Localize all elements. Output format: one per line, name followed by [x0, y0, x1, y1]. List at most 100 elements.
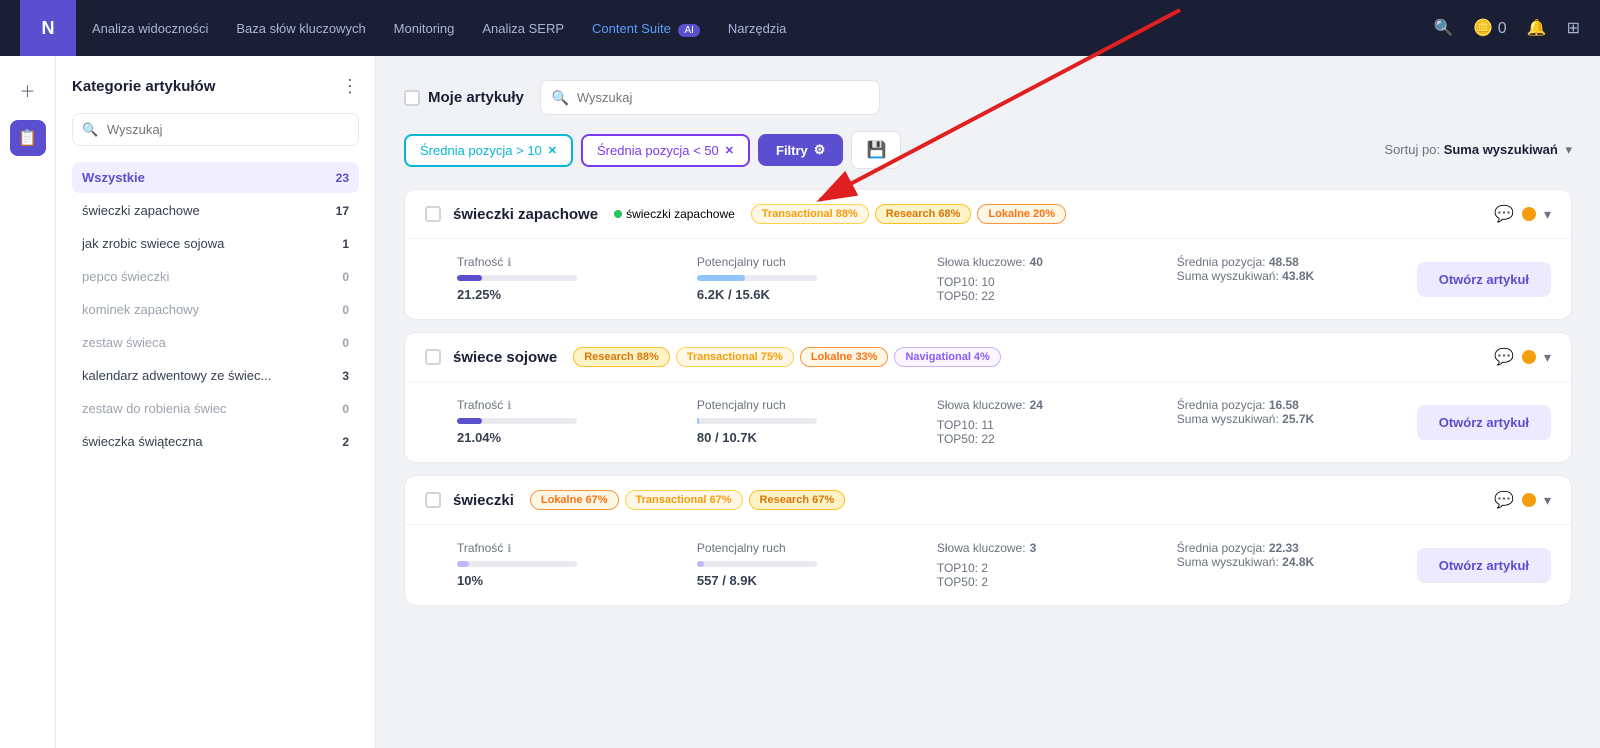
- filter-sliders-icon: ⚙: [814, 142, 826, 158]
- filter-remove-icon-2[interactable]: ✕: [725, 144, 734, 157]
- intent-lokalne-2: Lokalne 67%: [530, 490, 619, 510]
- card-checkbox-1[interactable]: [425, 349, 441, 365]
- main-layout: ＋ 📋 Kategorie artykułów ⋮ 🔍 Wszystkie 23…: [0, 56, 1600, 748]
- grid-icon[interactable]: ⊞: [1567, 18, 1580, 38]
- status-dot-2[interactable]: [1522, 493, 1536, 507]
- trafnosc-bar-2: [457, 561, 577, 567]
- ruch-bar-0: [697, 275, 817, 281]
- my-articles-checkbox[interactable]: [404, 90, 420, 106]
- category-item-all[interactable]: Wszystkie 23: [72, 162, 359, 193]
- keyword-status-dot: [614, 210, 622, 218]
- chat-icon-0[interactable]: 💬: [1494, 204, 1514, 224]
- nav-analiza-widocznosci[interactable]: Analiza widoczności: [92, 21, 208, 36]
- card-actions-0: 💬 ▾: [1494, 204, 1551, 224]
- main-content-area: Moje artykuły 🔍 Średnia pozycja > 10 ✕ Ś…: [376, 56, 1600, 748]
- filters-button[interactable]: Filtry ⚙: [758, 134, 843, 166]
- nav-icons: 🔍 🪙 0 🔔 ⊞: [1433, 18, 1580, 38]
- category-item-5[interactable]: zestaw świeca 0: [72, 327, 359, 358]
- my-articles-checkbox-wrap[interactable]: Moje artykuły: [404, 89, 524, 106]
- ruch-value-0: 6.2K / 15.6K: [697, 287, 937, 302]
- main-search-input[interactable]: [540, 80, 880, 115]
- categories-panel: Kategorie artykułów ⋮ 🔍 Wszystkie 23 świ…: [56, 56, 376, 748]
- category-item-1[interactable]: świeczki zapachowe 17: [72, 195, 359, 226]
- category-item-8[interactable]: świeczka świąteczna 2: [72, 426, 359, 457]
- filter-remove-icon[interactable]: ✕: [548, 144, 557, 157]
- nav-analiza-serp[interactable]: Analiza SERP: [482, 21, 564, 36]
- open-article-button-0[interactable]: Otwórz artykuł: [1417, 262, 1551, 297]
- top-bar: Moje artykuły 🔍: [404, 80, 1572, 115]
- nav-content-suite[interactable]: Content Suite AI: [592, 21, 700, 36]
- info-icon-2: ℹ: [507, 542, 511, 555]
- trafnosc-fill-2: [457, 561, 469, 567]
- add-button[interactable]: ＋: [10, 72, 46, 108]
- metric-trafnosc-0: Trafność ℹ 21.25%: [457, 255, 697, 302]
- calendar-icon[interactable]: 📋: [10, 120, 46, 156]
- card-header-1: świece sojowe Research 88% Transactional…: [405, 333, 1571, 382]
- category-search-icon: 🔍: [82, 122, 98, 138]
- nav-narzedzia[interactable]: Narzędzia: [728, 21, 787, 36]
- ruch-fill-2: [697, 561, 704, 567]
- status-dot-0[interactable]: [1522, 207, 1536, 221]
- category-search-input[interactable]: [72, 113, 359, 146]
- article-card-0: świeczki zapachowe świeczki zapachowe Tr…: [404, 189, 1572, 320]
- save-button[interactable]: 💾: [851, 131, 901, 169]
- chat-icon-1[interactable]: 💬: [1494, 347, 1514, 367]
- trafnosc-fill-0: [457, 275, 482, 281]
- intent-lokalne-1: Lokalne 33%: [800, 347, 889, 367]
- bell-icon[interactable]: 🔔: [1527, 18, 1547, 38]
- open-article-button-2[interactable]: Otwórz artykuł: [1417, 548, 1551, 583]
- card-checkbox-2[interactable]: [425, 492, 441, 508]
- intent-research-2: Research 67%: [749, 490, 846, 510]
- category-search-wrap: 🔍: [72, 113, 359, 146]
- card-title-0: świeczki zapachowe: [453, 206, 598, 223]
- card-title-1: świece sojowe: [453, 349, 557, 366]
- panel-menu-button[interactable]: ⋮: [341, 76, 359, 97]
- trafnosc-fill-1: [457, 418, 482, 424]
- category-item-3[interactable]: pepco świeczki 0: [72, 261, 359, 292]
- sort-chevron-icon[interactable]: ▾: [1565, 142, 1572, 157]
- logo[interactable]: N: [20, 0, 76, 56]
- panel-title: Kategorie artykułów: [72, 78, 215, 95]
- category-item-2[interactable]: jak zrobic swiece sojowa 1: [72, 228, 359, 259]
- open-article-button-1[interactable]: Otwórz artykuł: [1417, 405, 1551, 440]
- nav-monitoring[interactable]: Monitoring: [394, 21, 455, 36]
- category-item-7[interactable]: zestaw do robienia świec 0: [72, 393, 359, 424]
- sort-value: Suma wyszukiwań: [1444, 142, 1558, 157]
- card-checkbox-0[interactable]: [425, 206, 441, 222]
- chat-icon-2[interactable]: 💬: [1494, 490, 1514, 510]
- article-card-1: świece sojowe Research 88% Transactional…: [404, 332, 1572, 463]
- intent-lokalne-0: Lokalne 20%: [977, 204, 1066, 224]
- ruch-value-2: 557 / 8.9K: [697, 573, 937, 588]
- intent-badges-2: Lokalne 67% Transactional 67% Research 6…: [530, 490, 845, 510]
- filter-tag-min-position[interactable]: Średnia pozycja > 10 ✕: [404, 134, 573, 167]
- metric-slowa-1: Słowa kluczowe: 24 TOP10: 11 TOP50: 22: [937, 398, 1177, 446]
- metric-pozycja-1: Średnia pozycja: 16.58 Suma wyszukiwań: …: [1177, 398, 1417, 426]
- trafnosc-value-0: 21.25%: [457, 287, 697, 302]
- panel-header: Kategorie artykułów ⋮: [72, 76, 359, 97]
- ruch-fill-1: [697, 418, 699, 424]
- expand-icon-0[interactable]: ▾: [1544, 206, 1551, 223]
- intent-badges-1: Research 88% Transactional 75% Lokalne 3…: [573, 347, 1001, 367]
- search-icon[interactable]: 🔍: [1433, 18, 1453, 38]
- category-item-6[interactable]: kalendarz adwentowy ze świec... 3: [72, 360, 359, 391]
- sort-label: Sortuj po: Suma wyszukiwań ▾: [1384, 142, 1572, 158]
- card-body-2: Trafność ℹ 10% Potencjalny ruch 557 / 8.…: [405, 525, 1571, 605]
- trafnosc-bar-0: [457, 275, 577, 281]
- expand-icon-1[interactable]: ▾: [1544, 349, 1551, 366]
- metric-pozycja-0: Średnia pozycja: 48.58 Suma wyszukiwań: …: [1177, 255, 1417, 283]
- info-icon-1: ℹ: [507, 399, 511, 412]
- main-search-wrap: 🔍: [540, 80, 880, 115]
- nav-baza-slow[interactable]: Baza słów kluczowych: [236, 21, 365, 36]
- metric-trafnosc-1: Trafność ℹ 21.04%: [457, 398, 697, 445]
- expand-icon-2[interactable]: ▾: [1544, 492, 1551, 509]
- coins-icon[interactable]: 🪙 0: [1473, 18, 1506, 38]
- status-dot-1[interactable]: [1522, 350, 1536, 364]
- filters-row: Średnia pozycja > 10 ✕ Średnia pozycja <…: [404, 131, 1572, 169]
- category-item-4[interactable]: kominek zapachowy 0: [72, 294, 359, 325]
- card-actions-2: 💬 ▾: [1494, 490, 1551, 510]
- ruch-bar-1: [697, 418, 817, 424]
- intent-navigational-1: Navigational 4%: [894, 347, 1000, 367]
- article-card-2: świeczki Lokalne 67% Transactional 67% R…: [404, 475, 1572, 606]
- keyword-badge-0: świeczki zapachowe: [614, 207, 735, 221]
- filter-tag-max-position[interactable]: Średnia pozycja < 50 ✕: [581, 134, 750, 167]
